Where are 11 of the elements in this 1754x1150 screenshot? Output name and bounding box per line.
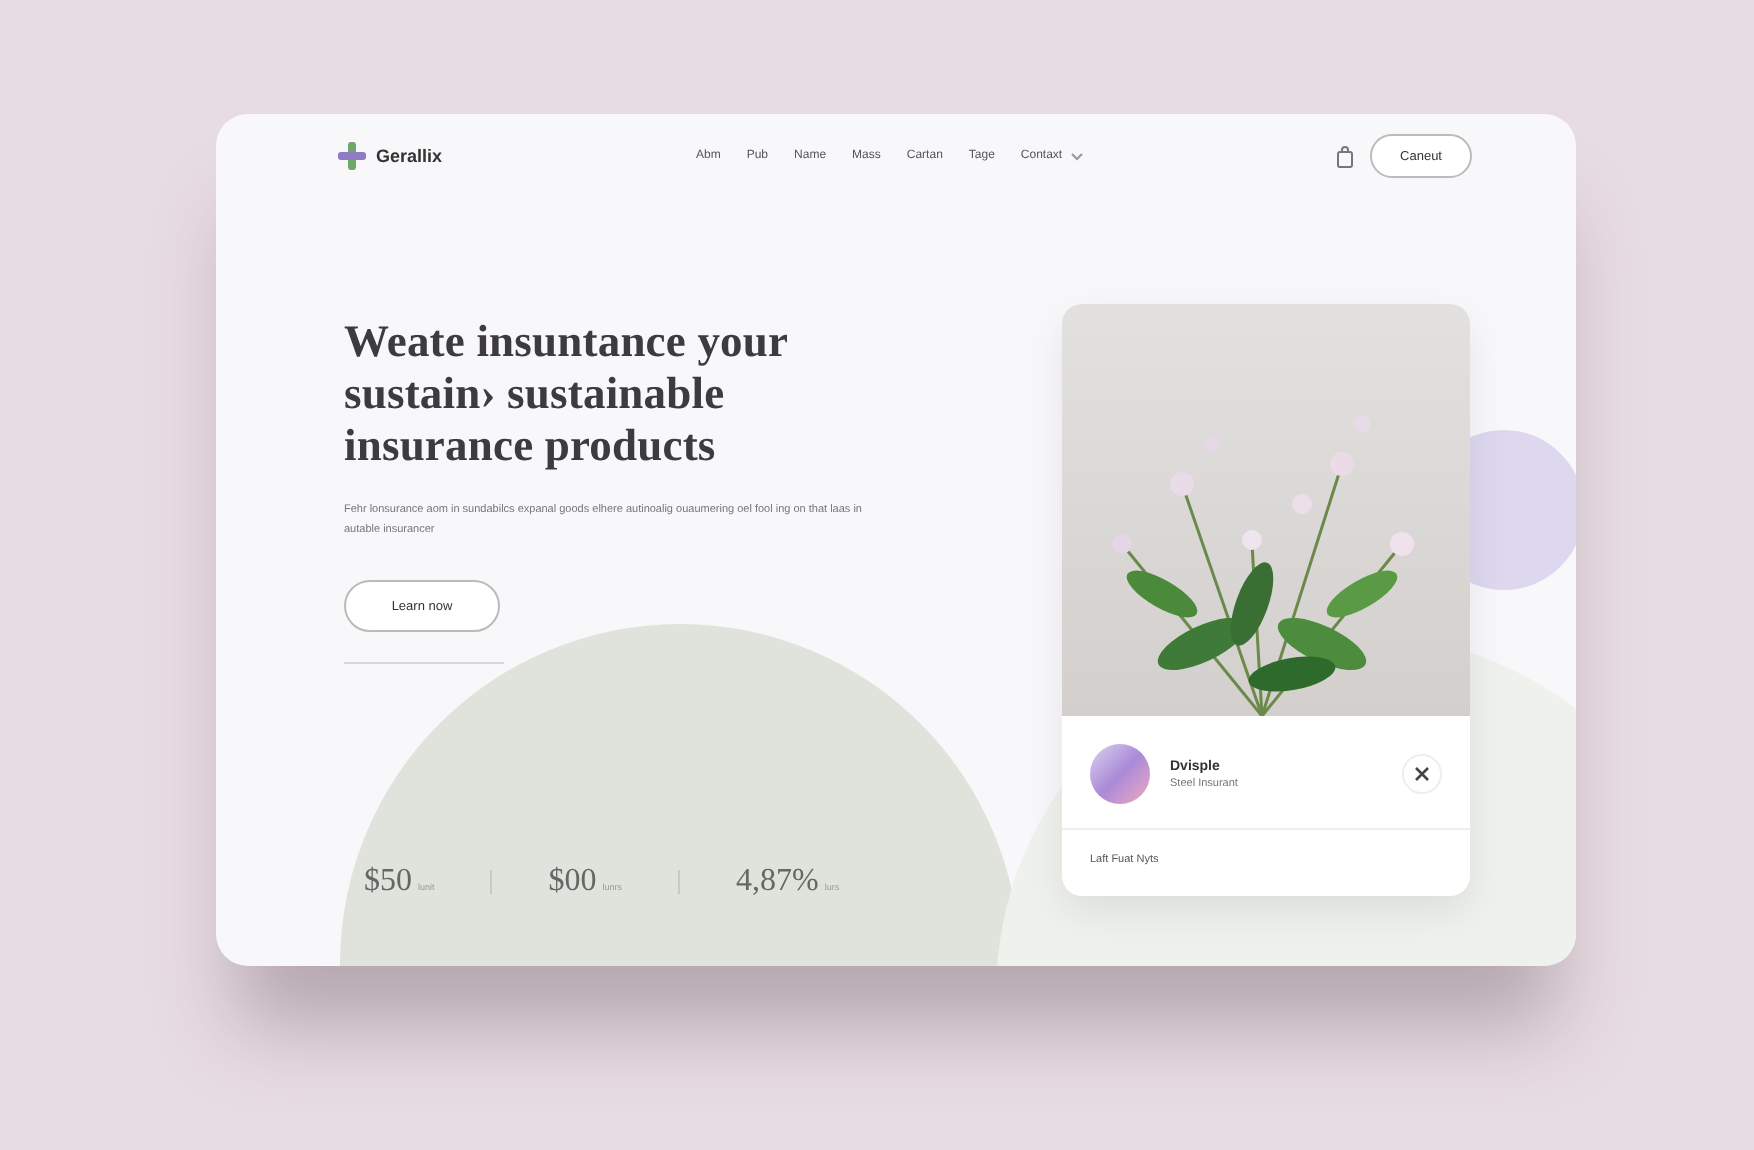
logo-icon xyxy=(336,140,368,172)
caret-icon xyxy=(1070,151,1085,161)
bag-icon[interactable] xyxy=(1336,145,1355,167)
stat-value: $50 xyxy=(364,864,412,900)
cross-icon xyxy=(1414,766,1430,782)
hero-title: Weate insuntance your sustain› sustainable insurance products xyxy=(344,316,791,472)
stat-value: $00 xyxy=(548,864,597,900)
action-button[interactable] xyxy=(1402,754,1442,794)
stat-value: 4,87% xyxy=(736,864,819,900)
brand-name: Gerallix xyxy=(376,146,443,166)
avatar xyxy=(1090,744,1150,804)
